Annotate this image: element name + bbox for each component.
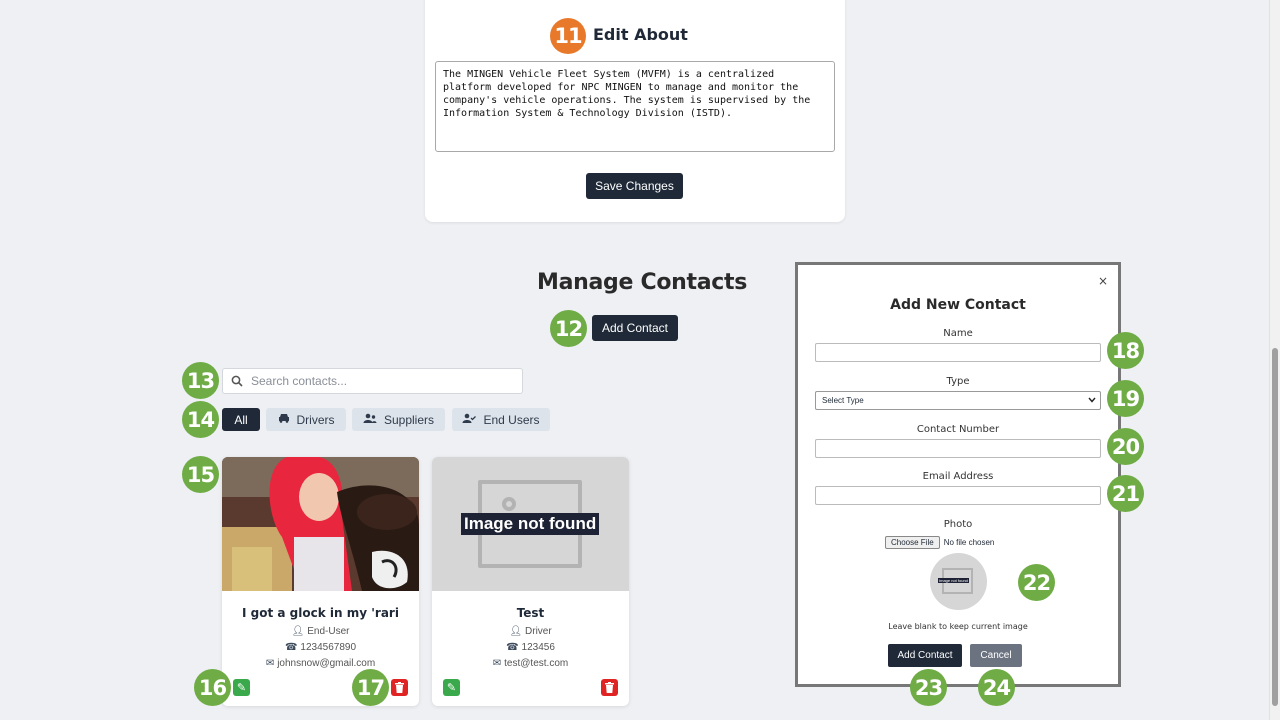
add-contact-button[interactable]: Add Contact [592,315,678,341]
filter-drivers[interactable]: Drivers [266,408,346,431]
envelope-icon: ✉ [492,658,502,669]
contact-card: Image not found Test 👤︎ Driver ☎ 123456 ✉ t… [432,457,629,706]
search-placeholder: Search contacts... [251,374,348,388]
photo-file-input[interactable]: Choose File No file chosen [885,536,994,549]
badge-12: 12 [550,310,587,347]
user-check-icon [462,413,477,426]
badge-13: 13 [182,362,219,399]
badge-22: 22 [1018,564,1055,601]
save-changes-button[interactable]: Save Changes [586,173,683,199]
filter-drivers-label: Drivers [296,412,335,427]
image-not-found-text: Image not found [461,513,600,535]
contact-email-label: johnsnow@gmail.com [277,658,376,669]
edit-icon[interactable]: ✎ [443,679,460,696]
contact-type-label: Driver [525,626,552,637]
chevron-down-icon [1088,396,1096,405]
contact-type-label: End-User [307,626,350,637]
image-sun-icon [502,497,516,511]
contact-phone: ☎ 123456 [432,642,629,653]
contact-name: Test [516,606,545,620]
envelope-icon: ✉ [265,658,275,669]
modal-title: Add New Contact [890,297,1026,313]
contact-phone-label: 1234567890 [300,642,357,653]
phone-icon: ☎ [506,642,519,653]
phone-icon: ☎ [284,642,298,653]
car-icon [278,413,290,426]
trash-icon[interactable] [601,679,618,696]
badge-15: 15 [182,456,219,493]
contact-number-field[interactable] [815,439,1101,458]
badge-20: 20 [1107,428,1144,465]
badge-14: 14 [182,401,219,438]
filter-all-label: All [234,412,248,427]
contact-email: ✉ test@test.com [432,658,629,669]
filter-end-users-label: End Users [483,412,540,427]
users-icon [363,413,377,426]
about-title: Edit About [593,25,688,44]
contact-type: 👤︎ Driver [432,626,629,637]
contact-card: I got a glock in my 'rari 👤︎ End-User ☎ 12… [222,457,419,706]
name-label: Name [943,328,973,339]
search-icon [231,374,245,388]
avatar-preview: Image not found [930,553,987,610]
modal-add-contact-button[interactable]: Add Contact [888,644,962,667]
badge-16: 16 [194,669,231,706]
no-file-text: No file chosen [943,538,995,547]
page-scrollbar[interactable] [1269,0,1280,720]
email-label: Email Address [922,471,994,482]
modal-cancel-button[interactable]: Cancel [970,644,1022,667]
choose-file-button[interactable]: Choose File [885,536,940,549]
badge-19: 19 [1107,380,1144,417]
filter-suppliers-label: Suppliers [383,412,435,427]
search-input[interactable]: Search contacts... [222,368,523,394]
contact-photo: Image not found [432,457,629,591]
image-placeholder: Image not found [432,457,629,591]
edit-icon[interactable]: ✎ [233,679,250,696]
scrollbar-thumb[interactable] [1272,348,1278,706]
contact-phone: ☎ 1234567890 [222,642,419,653]
badge-23: 23 [910,669,947,706]
email-field[interactable] [815,486,1101,505]
badge-17: 17 [352,669,389,706]
contact-photo [222,457,419,591]
about-textarea[interactable]: The MINGEN Vehicle Fleet System (MVFM) i… [435,61,835,152]
contact-email: ✉ johnsnow@gmail.com [222,658,419,669]
contact-email-label: test@test.com [504,658,569,669]
name-field[interactable] [815,343,1101,362]
photo-hint: Leave blank to keep current image [888,622,1028,631]
contact-phone-label: 123456 [521,642,555,653]
add-contact-modal: × Add New Contact Name Type Select Type … [795,262,1121,687]
filter-all[interactable]: All [222,408,260,431]
avatar-not-found-text: Image not found [938,578,969,583]
badge-18: 18 [1107,332,1144,369]
contact-number-label: Contact Number [916,424,1000,435]
user-icon: 👤︎ [509,626,523,637]
type-label: Type [946,376,970,387]
badge-21: 21 [1107,475,1144,512]
contacts-title: Manage Contacts [537,270,748,295]
contact-name: I got a glock in my 'rari [242,606,399,620]
trash-icon[interactable] [391,679,408,696]
close-icon[interactable]: × [1098,274,1108,288]
photo-label: Photo [943,519,973,530]
filter-end-users[interactable]: End Users [452,408,550,431]
type-select[interactable]: Select Type [815,391,1101,410]
badge-24: 24 [978,669,1015,706]
badge-11: 11 [550,18,586,54]
user-icon: 👤︎ [291,626,305,637]
type-select-value: Select Type [822,396,864,405]
filter-suppliers[interactable]: Suppliers [352,408,445,431]
contact-type: 👤︎ End-User [222,626,419,637]
